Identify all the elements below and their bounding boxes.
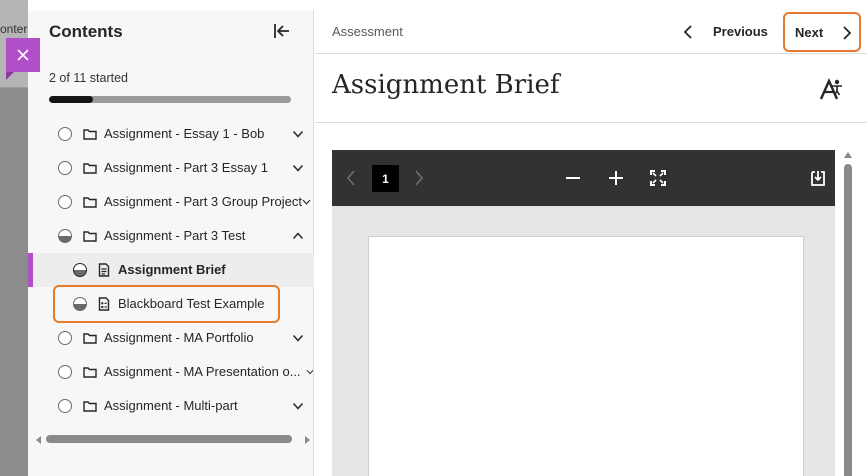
document-icon [98,263,110,277]
tree-item-multi-part[interactable]: Assignment - Multi-part [28,389,314,423]
tree-item-ma-presentation[interactable]: Assignment - MA Presentation o... [28,355,314,389]
chevron-left-icon [683,25,692,39]
tree-item-label: Assignment - Part 3 Test [104,228,246,243]
download-icon[interactable] [810,169,826,187]
folder-icon [83,231,97,242]
zoom-in-icon[interactable] [607,169,625,187]
next-button[interactable]: Next [783,12,861,52]
tree-item-label: Assignment - Essay 1 - Bob [104,126,265,141]
progress-bar-fill [49,96,93,103]
accessibility-button[interactable] [815,74,845,104]
tree-item-part-3-test[interactable]: Assignment - Part 3 Test [28,219,314,253]
tree-item-part-3-group-project[interactable]: Assignment - Part 3 Group Project [28,185,314,219]
not-started-status-icon [58,365,72,379]
tree-item-essay-1-bob[interactable]: Assignment - Essay 1 - Bob [28,117,314,151]
started-status-icon [73,263,87,277]
highlight-outline-blackboard-test [53,285,280,323]
chevron-down-icon[interactable] [292,128,304,140]
not-started-status-icon [58,195,72,209]
not-started-status-icon [58,331,72,345]
panel-title: Contents [49,22,123,41]
scroll-up-icon[interactable] [844,152,852,158]
top-bar: Assessment Previous Next [315,10,867,54]
tree-item-label: Assignment - Part 3 Group Project [104,194,302,209]
not-started-status-icon [58,161,72,175]
previous-button[interactable]: Previous [677,18,777,46]
progress-text: 2 of 11 started [49,71,128,85]
folder-icon [83,367,97,378]
folder-icon [83,401,97,412]
scrollbar-thumb[interactable] [46,435,292,443]
folder-icon [83,129,97,140]
vertical-scrollbar[interactable] [842,152,854,476]
chevron-right-icon [843,26,852,40]
folder-icon [83,197,97,208]
viewer-toolbar: 1 [332,150,835,206]
page-number-field[interactable]: 1 [372,165,399,192]
tree-item-label: Assignment - MA Portfolio [104,330,254,345]
title-divider [315,122,867,123]
previous-label: Previous [713,24,768,39]
next-label: Next [795,25,824,40]
started-status-icon [58,229,72,243]
horizontal-scrollbar[interactable] [36,434,310,446]
contents-panel: Contents 2 of 11 started Assignment - Es… [28,10,314,476]
not-started-status-icon [58,127,72,141]
folder-icon [83,163,97,174]
document-viewer: 1 [332,150,835,476]
fullscreen-icon[interactable] [649,169,667,187]
chevron-down-icon[interactable] [292,162,304,174]
collapse-panel-button[interactable] [271,20,293,42]
main-content: Assessment Previous Next Assignment Brie… [315,10,867,476]
scrollbar-thumb[interactable] [844,164,852,476]
close-panel-button[interactable] [6,38,40,80]
chevron-down-icon[interactable] [302,196,311,208]
close-icon [17,49,29,61]
next-page-icon[interactable] [414,170,424,186]
chevron-down-icon[interactable] [292,400,304,412]
page-title: Assignment Brief [332,70,560,100]
tree-item-assignment-brief[interactable]: Assignment Brief [28,253,314,287]
background-partial-text: onter [0,22,28,36]
accessibility-icon [819,78,842,100]
tree-item-ma-portfolio[interactable]: Assignment - MA Portfolio [28,321,314,355]
contents-tree: Assignment - Essay 1 - Bob Assignment - … [28,117,314,423]
scroll-left-icon[interactable] [36,436,41,444]
zoom-out-icon[interactable] [564,169,582,187]
tree-item-label: Assignment - Part 3 Essay 1 [104,160,269,175]
previous-page-icon[interactable] [346,170,356,186]
progress-bar [49,96,291,103]
chevron-up-icon[interactable] [292,230,304,242]
tree-item-part-3-essay-1[interactable]: Assignment - Part 3 Essay 1 [28,151,314,185]
tree-item-label: Assignment - MA Presentation o... [104,364,301,379]
scroll-right-icon[interactable] [305,436,310,444]
folder-icon [83,333,97,344]
document-page [368,236,804,476]
breadcrumb[interactable]: Assessment [332,24,403,39]
collapse-left-icon [274,24,289,38]
tree-item-label: Assignment Brief [118,262,226,277]
not-started-status-icon [58,399,72,413]
chevron-down-icon[interactable] [292,332,304,344]
tree-item-label: Assignment - Multi-part [104,398,238,413]
chevron-down-icon[interactable] [306,366,314,378]
